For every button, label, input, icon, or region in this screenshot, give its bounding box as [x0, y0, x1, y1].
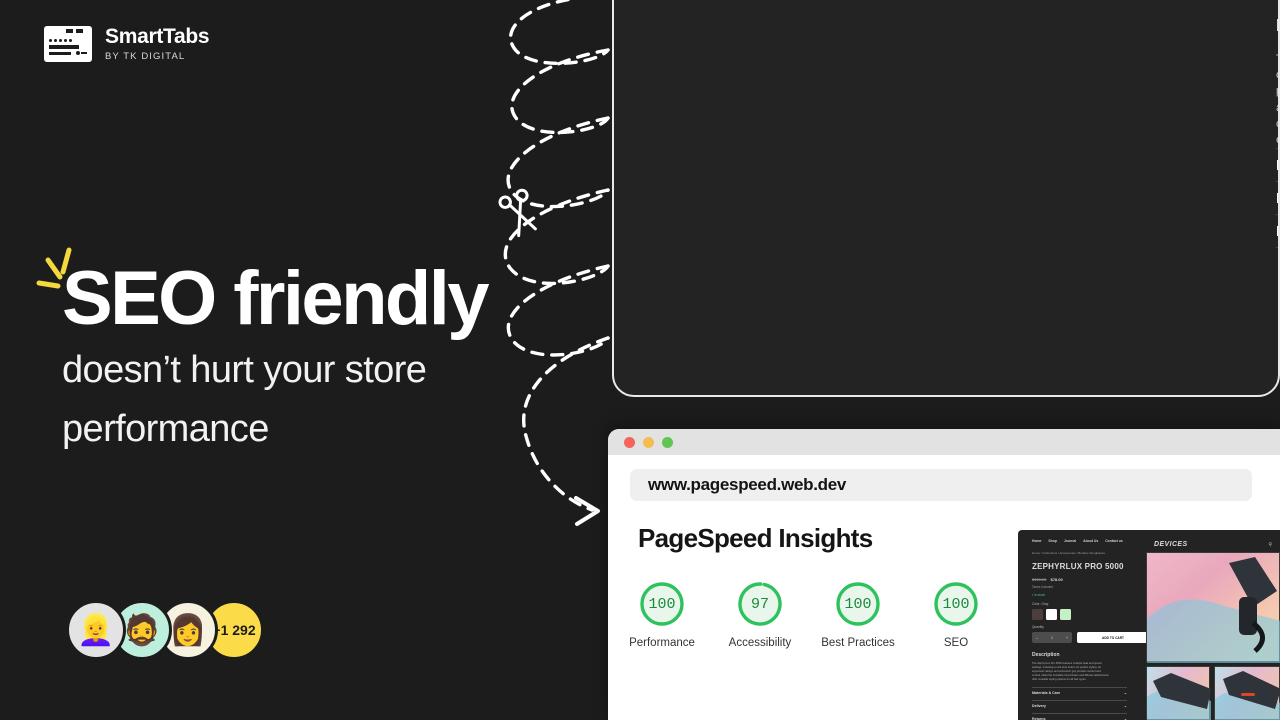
preview-nav: Home Shop Journal About Us Contact us	[1018, 530, 1280, 543]
avatar: 👱‍♀️	[66, 600, 126, 660]
description-accordion-header[interactable]: Description ^	[1276, 15, 1278, 36]
brand-name: SmartTabs	[105, 25, 210, 49]
preview-nav-item: Home	[1032, 539, 1042, 543]
preview-nav-item: Journal	[1063, 539, 1077, 543]
preview-price-old: $109.00	[1032, 577, 1047, 582]
window-maximize-button[interactable]	[662, 436, 673, 448]
preview-product-image-2[interactable]	[1146, 666, 1211, 720]
accordion-label: Delivery	[1276, 190, 1278, 207]
color-swatch-mint[interactable]	[1060, 609, 1071, 620]
description-body: The ZephyrLux Pro 5000 features multiple…	[1276, 51, 1278, 148]
preview-brand: DEVICES	[1154, 541, 1188, 548]
score-label: Performance	[629, 637, 695, 649]
description-title: Description	[1276, 15, 1278, 36]
accordion-delivery[interactable]: Delivery ⌄	[1276, 181, 1278, 214]
color-swatch-white[interactable]	[1046, 609, 1057, 620]
chevron-down-icon[interactable]: ⌄	[1124, 704, 1127, 708]
score-label: SEO	[943, 637, 969, 649]
preview-add-to-cart-button[interactable]: ADD TO CART	[1077, 632, 1149, 643]
score-performance[interactable]: 100 Performance	[629, 580, 695, 649]
score-seo[interactable]: 100 SEO	[932, 580, 980, 649]
score-value: 97	[750, 595, 769, 613]
preview-accordion-delivery: Delivery ⌄	[1032, 700, 1127, 708]
url-input[interactable]: www.pagespeed.web.dev	[630, 469, 1252, 501]
score-label: Accessibility	[728, 637, 792, 649]
preview-accordion-returns: Returns ⌄	[1032, 713, 1127, 720]
score-value: 100	[844, 595, 872, 613]
score-value: 100	[648, 595, 676, 613]
preview-price-new: $78.00	[1050, 577, 1063, 582]
preview-description-body: The ZephyrLux Pro 5000 features multiple…	[1032, 662, 1109, 682]
site-preview-thumbnail[interactable]: Home Shop Journal About Us Contact us DE…	[1018, 530, 1280, 720]
product-detail-panel: Quantity – 1 + ADD TO CART Description ^…	[612, 0, 1280, 397]
score-value: 100	[942, 595, 970, 613]
accordion-label: Materials & Care	[1276, 157, 1278, 174]
preview-quantity-stepper[interactable]: –1 +	[1032, 632, 1072, 643]
preview-accordion-materials: Materials & Care ⌄	[1032, 687, 1127, 695]
preview-nav-item: Contact us	[1105, 539, 1123, 543]
accordion-label: Returns	[1276, 223, 1278, 240]
scissors-icon	[498, 188, 537, 238]
social-proof-avatars: 👱‍♀️ 🧔 👩 +1 292	[66, 600, 264, 660]
window-close-button[interactable]	[624, 436, 635, 448]
score-label: Best Practices	[821, 637, 895, 649]
arrow-right-icon	[574, 496, 600, 526]
preview-product-image-3[interactable]	[1214, 666, 1280, 720]
brand-byline: BY TK DIGITAL	[105, 50, 186, 62]
window-minimize-button[interactable]	[643, 436, 654, 448]
browser-titlebar	[608, 429, 1280, 455]
score-best-practices[interactable]: 100 Best Practices	[821, 580, 895, 649]
preview-nav-item: Shop	[1048, 539, 1057, 543]
score-accessibility[interactable]: 97 Accessibility	[729, 580, 791, 649]
tabs-window-icon	[44, 26, 92, 62]
brand-logo[interactable]: SmartTabs BY TK DIGITAL	[44, 25, 210, 62]
preview-nav-item: About Us	[1083, 539, 1099, 543]
accordion-bottom-divider	[1276, 247, 1278, 248]
preview-product-image-main[interactable]	[1146, 552, 1280, 663]
accordion-materials-care[interactable]: Materials & Care ⌄	[1276, 148, 1278, 181]
accordion-returns[interactable]: Returns ⌄	[1276, 214, 1278, 247]
preview-quantity-value: 1	[1051, 635, 1053, 640]
chevron-down-icon[interactable]: ⌄	[1124, 691, 1127, 695]
color-swatch-dark-brown[interactable]	[1032, 609, 1043, 620]
search-icon[interactable]: ⚲	[1268, 542, 1272, 548]
